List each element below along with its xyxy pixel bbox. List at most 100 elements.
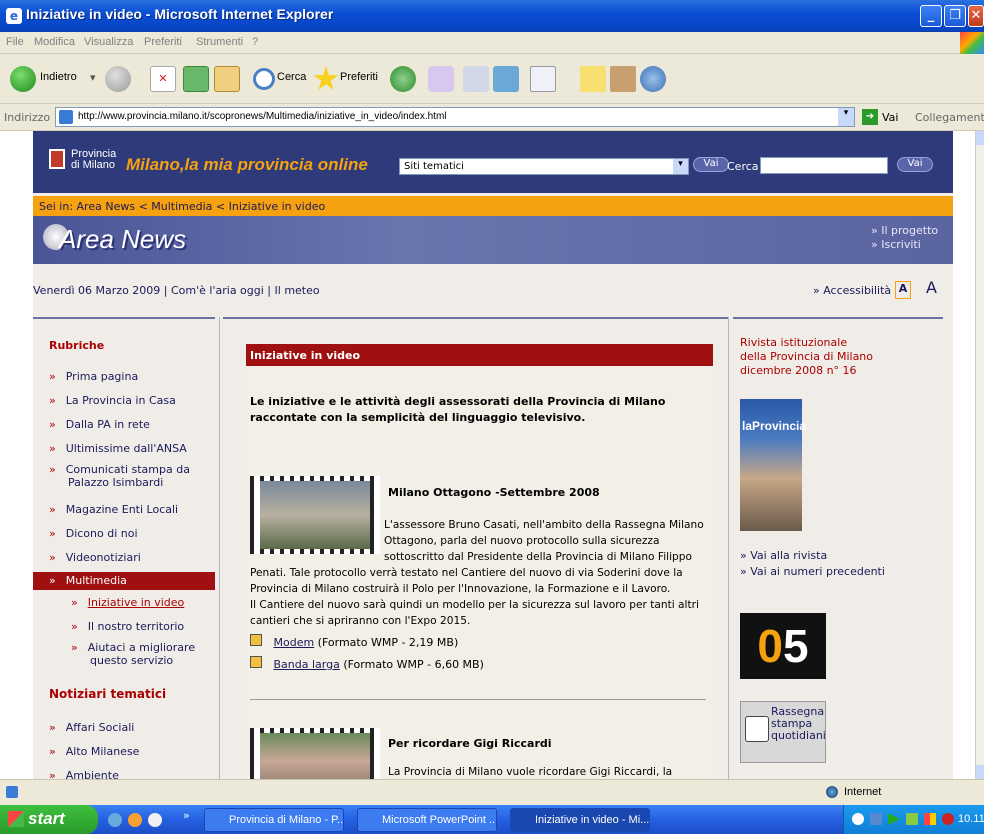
- messenger-icon[interactable]: [493, 66, 519, 92]
- nav-item-magazine[interactable]: » Magazine Enti Locali: [49, 503, 178, 516]
- quicklaunch-more-icon[interactable]: »: [183, 809, 190, 822]
- menu-help[interactable]: ?: [252, 36, 258, 48]
- back-issues-link[interactable]: » Vai ai numeri precedenti: [740, 565, 885, 578]
- nav-item-prima-pagina[interactable]: » Prima pagina: [49, 370, 138, 383]
- scroll-down-icon[interactable]: [976, 765, 984, 779]
- clock[interactable]: 10.11: [958, 813, 984, 825]
- menu-file[interactable]: File: [6, 36, 24, 48]
- article1-para2: Il Cantiere del nuovo sarà quindi un mod…: [250, 599, 699, 627]
- magazine-link[interactable]: » Vai alla rivista: [740, 549, 827, 562]
- menu-strumenti[interactable]: Strumenti: [196, 36, 243, 48]
- back-dropdown-icon[interactable]: ▾: [90, 71, 96, 84]
- nav-item-multimedia[interactable]: » Multimedia: [33, 572, 215, 590]
- edit-word-icon[interactable]: [530, 66, 556, 92]
- press-review-text: Rassegna stampa quotidiani: [771, 706, 826, 742]
- menu-visualizza[interactable]: Visualizza: [84, 36, 133, 48]
- page-icon: [59, 110, 73, 124]
- themes-select[interactable]: Siti tematici ▾: [399, 158, 689, 175]
- site-search-input[interactable]: [760, 157, 888, 174]
- select-arrow-icon[interactable]: ▾: [673, 159, 688, 174]
- stop-icon[interactable]: ✕: [150, 66, 176, 92]
- minimize-button[interactable]: _: [920, 5, 942, 27]
- go-button[interactable]: Vai: [882, 111, 898, 124]
- weather-link[interactable]: Il meteo: [275, 284, 320, 297]
- nav-item-pa-in-rete[interactable]: » Dalla PA in rete: [49, 418, 150, 431]
- back-button[interactable]: Indietro: [40, 71, 77, 83]
- address-dropdown-icon[interactable]: ▾: [838, 108, 854, 126]
- area-news-header: Area News » Il progetto » Iscriviti: [33, 216, 953, 264]
- subnav-aiutaci[interactable]: » Aiutaci a migliorare questo servizio: [71, 641, 211, 667]
- modem-link[interactable]: Modem: [274, 636, 315, 649]
- subnav-nostro-territorio[interactable]: » Il nostro territorio: [71, 620, 184, 633]
- nav-item-videonotiziari[interactable]: » Videonotiziari: [49, 551, 141, 564]
- tray-icon[interactable]: [870, 813, 882, 825]
- tray-icon[interactable]: [924, 813, 936, 825]
- start-button[interactable]: start: [0, 805, 98, 834]
- vertical-scrollbar[interactable]: [975, 131, 984, 779]
- quicklaunch-desktop-icon[interactable]: [148, 813, 162, 827]
- tray-icon[interactable]: [906, 813, 918, 825]
- site-search-go-button[interactable]: Vai: [897, 157, 933, 172]
- font-size-small-button[interactable]: A: [895, 281, 911, 299]
- menu-preferiti[interactable]: Preferiti: [144, 36, 182, 48]
- menu-modifica[interactable]: Modifica: [34, 36, 75, 48]
- nav-label: Aiutaci a migliorare questo servizio: [87, 641, 196, 667]
- forward-arrow-icon[interactable]: [105, 66, 131, 92]
- folder-icon[interactable]: [580, 66, 606, 92]
- menu-bar: File Modifica Visualizza Preferiti Strum…: [0, 32, 984, 54]
- mail-icon[interactable]: [428, 66, 454, 92]
- project-link[interactable]: » Il progetto: [871, 224, 938, 237]
- search-icon[interactable]: [253, 68, 275, 90]
- tray-icon[interactable]: [852, 813, 864, 825]
- task-provincia[interactable]: Provincia di Milano - P...: [204, 808, 344, 832]
- newspaper-icon: [745, 716, 769, 742]
- left-col-rule: [33, 317, 215, 319]
- favorites-button[interactable]: Preferiti: [340, 71, 378, 83]
- tray-security-icon[interactable]: [942, 813, 954, 825]
- subnav-iniziative-in-video[interactable]: » Iniziative in video: [71, 596, 184, 609]
- task-powerpoint[interactable]: Microsoft PowerPoint ...: [357, 808, 497, 832]
- history-icon[interactable]: [390, 66, 416, 92]
- accessibility-link[interactable]: » Accessibilità: [813, 284, 891, 297]
- close-button[interactable]: ✕: [968, 5, 984, 27]
- links-label[interactable]: Collegamenti: [915, 111, 984, 124]
- search-label: Cerca: [727, 160, 759, 173]
- press-review-banner[interactable]: Rassegna stampa quotidiani: [740, 701, 826, 763]
- go-arrow-icon[interactable]: ➔: [862, 109, 878, 125]
- nav-item-alto-milanese[interactable]: » Alto Milanese: [49, 745, 139, 758]
- nav-item-ambiente[interactable]: » Ambiente: [49, 769, 119, 779]
- site-header: Provincia di Milano Milano,la mia provin…: [33, 131, 953, 193]
- breadcrumb-text[interactable]: Sei in: Area News < Multimedia < Iniziat…: [39, 200, 325, 213]
- users-icon[interactable]: [640, 66, 666, 92]
- print-icon[interactable]: [463, 66, 489, 92]
- quicklaunch-media-icon[interactable]: [128, 813, 142, 827]
- status-bar: Internet: [0, 779, 984, 805]
- refresh-icon[interactable]: [183, 66, 209, 92]
- research-icon[interactable]: [610, 66, 636, 92]
- nav-item-affari-sociali[interactable]: » Affari Sociali: [49, 721, 134, 734]
- promo-05-banner[interactable]: 05: [740, 613, 826, 679]
- search-button[interactable]: Cerca: [277, 71, 306, 83]
- nav-item-dicono-di-noi[interactable]: » Dicono di noi: [49, 527, 138, 540]
- air-quality-link[interactable]: Com'è l'aria oggi: [171, 284, 264, 297]
- back-arrow-icon[interactable]: [10, 66, 36, 92]
- favorites-star-icon[interactable]: [313, 66, 339, 90]
- home-icon[interactable]: [214, 66, 240, 92]
- nav-item-ansa[interactable]: » Ultimissime dall'ANSA: [49, 442, 187, 455]
- address-input[interactable]: http://www.provincia.milano.it/scopronew…: [55, 107, 855, 127]
- broadband-link[interactable]: Banda larga: [274, 658, 340, 671]
- article2-title: Per ricordare Gigi Riccardi: [388, 737, 552, 750]
- themes-go-button[interactable]: Vai: [693, 157, 729, 172]
- magazine-cover[interactable]: laProvincia: [740, 399, 806, 531]
- maximize-button[interactable]: ❐: [944, 5, 966, 27]
- font-size-large-button[interactable]: A: [926, 278, 937, 297]
- video-thumb-riccardi[interactable]: [250, 728, 380, 779]
- task-iniziative[interactable]: Iniziative in video - Mi...: [510, 808, 650, 832]
- scroll-up-icon[interactable]: [976, 131, 984, 145]
- subscribe-link[interactable]: » Iscriviti: [871, 238, 921, 251]
- logo-text[interactable]: Provincia di Milano: [71, 149, 116, 171]
- tray-play-icon[interactable]: [888, 813, 900, 825]
- quicklaunch-ie-icon[interactable]: [108, 813, 122, 827]
- nav-item-provincia-in-casa[interactable]: » La Provincia in Casa: [49, 394, 176, 407]
- nav-item-comunicati[interactable]: » Comunicati stampa da Palazzo Isimbardi: [49, 463, 199, 489]
